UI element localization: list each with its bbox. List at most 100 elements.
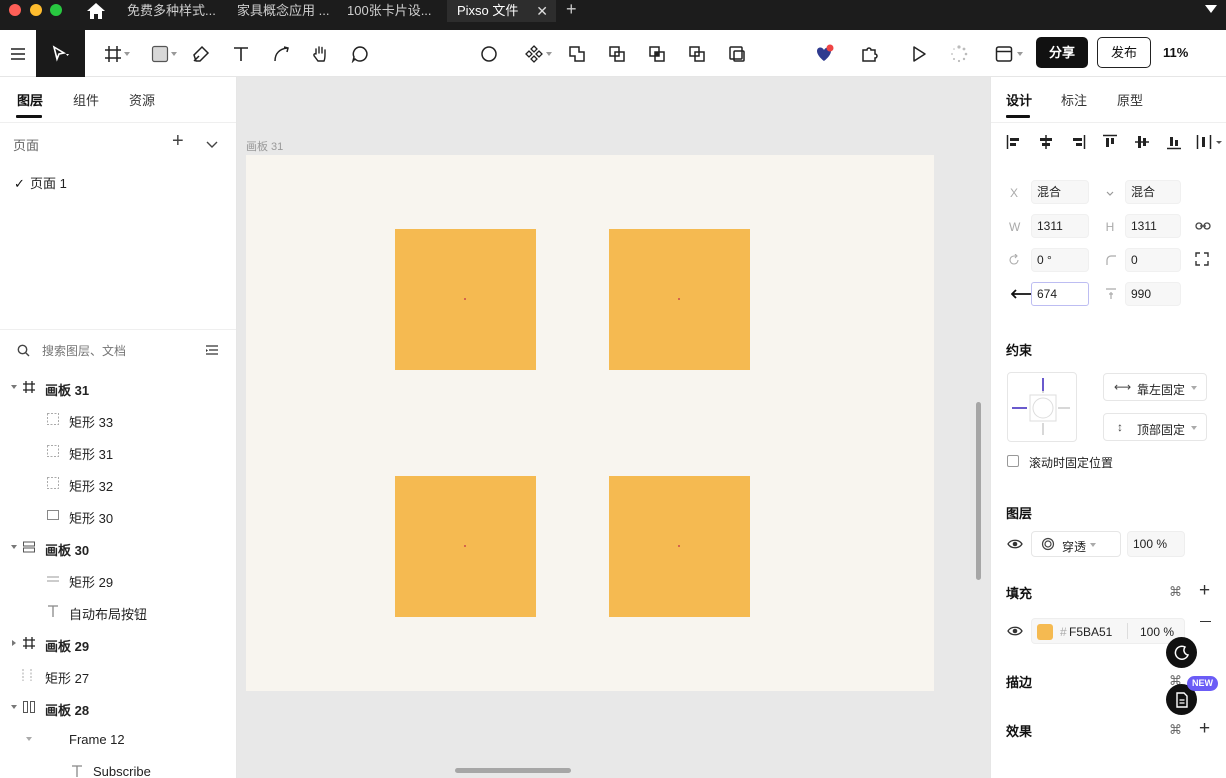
align-horizontal-center-icon[interactable]: [1038, 134, 1054, 150]
height-input[interactable]: 1311: [1125, 214, 1181, 238]
comment-tool-button[interactable]: [343, 30, 377, 77]
flatten-button[interactable]: [720, 30, 754, 77]
orange-card[interactable]: [609, 229, 750, 370]
minimize-window-button[interactable]: [30, 4, 42, 16]
align-vertical-center-icon[interactable]: [1134, 134, 1150, 150]
orange-card[interactable]: [395, 229, 536, 370]
ai-assistant-button[interactable]: [806, 30, 842, 77]
frame-tool-button[interactable]: [96, 30, 132, 77]
layer-row[interactable]: 矩形 29: [0, 568, 236, 592]
vertical-scrollbar[interactable]: [976, 402, 981, 580]
rectangle-tool-button[interactable]: [142, 30, 178, 77]
layer-row[interactable]: 画板 31: [0, 376, 236, 400]
hand-tool-button[interactable]: [303, 30, 337, 77]
menu-button[interactable]: [0, 30, 36, 77]
present-button[interactable]: [902, 30, 936, 77]
home-icon[interactable]: [86, 2, 106, 20]
horizontal-scrollbar[interactable]: [455, 768, 571, 773]
rotation-input[interactable]: 0 °: [1031, 248, 1089, 272]
horizontal-constraint-select[interactable]: ⟷ 靠左固定: [1103, 373, 1207, 401]
align-top-icon[interactable]: [1102, 134, 1118, 150]
chevron-down-icon[interactable]: [206, 137, 218, 152]
publish-button[interactable]: 发布: [1097, 37, 1151, 68]
width-input[interactable]: 1311: [1031, 214, 1089, 238]
component-button[interactable]: [514, 30, 554, 77]
ellipse-boolean-button[interactable]: [472, 30, 506, 77]
layer-row[interactable]: 矩形 32: [0, 472, 236, 496]
corner-radius-input[interactable]: 0: [1125, 248, 1181, 272]
new-tab-icon[interactable]: +: [566, 0, 577, 20]
layer-row[interactable]: 画板 30: [0, 536, 236, 560]
chevron-down-icon[interactable]: [11, 385, 17, 389]
fill-color-row[interactable]: # F5BA51 100 %: [1031, 618, 1185, 644]
move-tool-button[interactable]: [36, 30, 85, 77]
filter-icon[interactable]: [205, 344, 219, 360]
browser-tab-2[interactable]: 家具概念应用 ...: [237, 0, 335, 22]
eye-icon[interactable]: [1007, 625, 1023, 640]
align-left-icon[interactable]: [1006, 134, 1022, 150]
tab-list-chevron-icon[interactable]: [1205, 5, 1217, 13]
constraint-widget[interactable]: [1007, 372, 1077, 442]
browser-tab-1[interactable]: 免费多种样式...: [127, 0, 225, 22]
maximize-window-button[interactable]: [50, 4, 62, 16]
orange-card[interactable]: [395, 476, 536, 617]
chevron-down-icon[interactable]: [26, 737, 32, 741]
add-effect-icon[interactable]: +: [1199, 719, 1210, 738]
layer-row[interactable]: Frame 12: [0, 728, 236, 752]
intersect-button[interactable]: [640, 30, 674, 77]
independent-corners-icon[interactable]: [1195, 252, 1209, 269]
style-library-icon[interactable]: ⌘: [1169, 584, 1182, 600]
layer-row[interactable]: 画板 28: [0, 696, 236, 720]
fill-opacity-value[interactable]: 100 %: [1140, 625, 1174, 639]
distribute-icon[interactable]: [1196, 134, 1224, 150]
subtract-button[interactable]: [600, 30, 634, 77]
add-fill-icon[interactable]: +: [1199, 581, 1210, 600]
vertical-constraint-select[interactable]: ↕ 顶部固定: [1103, 413, 1207, 441]
text-tool-button[interactable]: [224, 30, 258, 77]
layer-row[interactable]: 矩形 27: [0, 664, 236, 688]
x-input[interactable]: 混合: [1031, 180, 1089, 204]
layer-row[interactable]: 矩形 30: [0, 504, 236, 528]
frame-label[interactable]: 画板 31: [246, 138, 283, 154]
zoom-level[interactable]: 11%: [1163, 45, 1188, 60]
tab-design[interactable]: 设计: [1006, 90, 1032, 109]
browser-tab-3[interactable]: 100张卡片设...: [347, 0, 445, 22]
layer-row[interactable]: 矩形 31: [0, 440, 236, 464]
align-bottom-icon[interactable]: [1166, 134, 1182, 150]
y-input[interactable]: 混合: [1125, 180, 1181, 204]
blend-mode-select[interactable]: 穿透: [1031, 531, 1121, 557]
layer-row[interactable]: 矩形 33: [0, 408, 236, 432]
chevron-right-icon[interactable]: [12, 640, 16, 646]
union-button[interactable]: [560, 30, 594, 77]
plugin-button[interactable]: [852, 30, 888, 77]
remove-fill-icon[interactable]: [1200, 621, 1211, 622]
close-tab-icon[interactable]: ✕: [536, 0, 548, 22]
fix-on-scroll-checkbox[interactable]: [1007, 455, 1019, 467]
layer-opacity-input[interactable]: 100 %: [1127, 531, 1185, 557]
close-window-button[interactable]: [9, 4, 21, 16]
pencil-tool-button[interactable]: [264, 30, 298, 77]
constrain-proportions-icon[interactable]: [1195, 220, 1211, 235]
layer-row[interactable]: Subscribe: [0, 760, 236, 778]
layer-row[interactable]: 画板 29: [0, 632, 236, 656]
fill-hex-value[interactable]: F5BA51: [1069, 625, 1112, 639]
dark-mode-button[interactable]: [1166, 637, 1197, 668]
tab-layers[interactable]: 图层: [17, 90, 43, 109]
style-library-icon[interactable]: ⌘: [1169, 722, 1182, 738]
tab-assets[interactable]: 资源: [129, 90, 155, 109]
page-item[interactable]: ✓ 页面 1: [14, 173, 67, 192]
layout-button[interactable]: [984, 30, 1024, 77]
search-input[interactable]: [42, 341, 192, 361]
orange-card[interactable]: [609, 476, 750, 617]
pen-tool-button[interactable]: [184, 30, 218, 77]
exclude-button[interactable]: [680, 30, 714, 77]
artboard[interactable]: [246, 155, 934, 691]
add-page-icon[interactable]: +: [172, 130, 184, 153]
padding-input[interactable]: 990: [1125, 282, 1181, 306]
tab-inspect[interactable]: 标注: [1061, 90, 1087, 109]
eye-icon[interactable]: [1007, 538, 1023, 553]
tab-prototype[interactable]: 原型: [1117, 90, 1143, 109]
color-swatch[interactable]: [1037, 624, 1053, 640]
tab-components[interactable]: 组件: [73, 90, 99, 109]
browser-tab-active[interactable]: Pixso 文件 ✕: [447, 0, 556, 22]
